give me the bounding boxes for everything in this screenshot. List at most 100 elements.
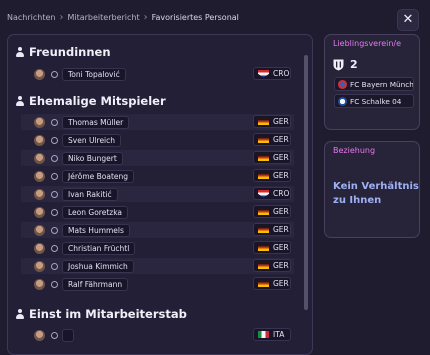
avatar bbox=[34, 329, 45, 341]
flag-germany-icon bbox=[258, 172, 269, 179]
nationality-badge[interactable]: CRO bbox=[253, 67, 291, 80]
role-icon bbox=[51, 136, 58, 144]
flag-germany-icon bbox=[258, 154, 269, 161]
club-item[interactable]: FC Bayern Münche bbox=[334, 77, 414, 91]
role-icon bbox=[51, 118, 58, 126]
table-row[interactable]: Niko Bungert GER bbox=[21, 150, 294, 166]
breadcrumb-item-current: Favorisiertes Personal bbox=[151, 13, 239, 22]
club-item[interactable]: FC Schalke 04 bbox=[334, 94, 414, 108]
relationship-card: Beziehung Kein Verhältnis zu Ihnen bbox=[324, 141, 420, 238]
table-row[interactable]: Thomas Müller GER bbox=[21, 114, 294, 130]
person-name[interactable]: Mats Hummels bbox=[62, 223, 130, 237]
person-name[interactable]: Christian Früchtl bbox=[62, 241, 136, 255]
person-name[interactable]: Sven Ulreich bbox=[62, 133, 122, 147]
avatar bbox=[34, 68, 45, 80]
nationality-badge[interactable]: GER bbox=[253, 151, 291, 164]
person-name[interactable] bbox=[62, 328, 74, 342]
person-name[interactable]: Niko Bungert bbox=[62, 151, 123, 165]
table-row[interactable]: Joshua Kimmich GER bbox=[21, 258, 294, 274]
nationality-badge[interactable]: GER bbox=[253, 115, 291, 128]
role-icon bbox=[51, 154, 58, 162]
table-row[interactable]: Mats Hummels GER bbox=[21, 222, 294, 238]
favorite-club-card: Lieblingsverein/e 2 FC Bayern Münche FC … bbox=[324, 34, 420, 130]
flag-germany-icon bbox=[258, 262, 269, 269]
flag-germany-icon bbox=[258, 280, 269, 287]
breadcrumb-item-staff-report[interactable]: Mitarbeiterbericht bbox=[67, 13, 139, 22]
top-bar: Nachrichten › Mitarbeiterbericht › Favor… bbox=[0, 0, 430, 38]
flag-italy-icon bbox=[258, 331, 269, 338]
table-row[interactable]: ITA bbox=[21, 327, 294, 343]
flag-croatia-icon bbox=[258, 189, 269, 198]
nationality-badge[interactable]: CRO bbox=[253, 187, 291, 200]
avatar bbox=[34, 188, 45, 200]
avatar bbox=[34, 116, 45, 128]
table-row[interactable]: Leon Goretzka GER bbox=[21, 204, 294, 220]
role-icon bbox=[51, 190, 58, 198]
table-row[interactable]: Christian Früchtl GER bbox=[21, 240, 294, 256]
person-name[interactable]: Toni Topalović bbox=[62, 67, 126, 81]
role-icon bbox=[51, 208, 58, 216]
close-button[interactable]: ✕ bbox=[397, 9, 419, 31]
relationship-title: Beziehung bbox=[333, 146, 376, 155]
nationality-badge[interactable]: GER bbox=[253, 205, 291, 218]
role-icon bbox=[51, 280, 58, 288]
section-title-friends: Freundinnen bbox=[16, 45, 111, 59]
role-icon bbox=[51, 226, 58, 234]
nationality-badge[interactable]: ITA bbox=[253, 328, 291, 341]
avatar bbox=[34, 224, 45, 236]
role-icon bbox=[51, 331, 58, 339]
section-title-text: Ehemalige Mitspieler bbox=[29, 94, 166, 108]
person-name[interactable]: Ivan Rakitić bbox=[62, 187, 118, 201]
nationality-badge[interactable]: GER bbox=[253, 277, 291, 290]
flag-germany-icon bbox=[258, 118, 269, 125]
avatar bbox=[34, 242, 45, 254]
breadcrumb: Nachrichten › Mitarbeiterbericht › Favor… bbox=[7, 11, 239, 23]
section-title-text: Einst im Mitarbeiterstab bbox=[29, 307, 187, 321]
flag-germany-icon bbox=[258, 226, 269, 233]
person-name[interactable]: Leon Goretzka bbox=[62, 205, 129, 219]
avatar bbox=[34, 152, 45, 164]
flag-germany-icon bbox=[258, 136, 269, 143]
club-crest-icon bbox=[333, 59, 344, 70]
person-icon bbox=[16, 309, 24, 319]
favorite-club-count: 2 bbox=[333, 58, 358, 71]
role-icon bbox=[51, 262, 58, 270]
favorite-club-title: Lieblingsverein/e bbox=[333, 39, 402, 48]
section-title-text: Freundinnen bbox=[29, 45, 111, 59]
table-row[interactable]: Toni Topalović CRO bbox=[21, 66, 294, 82]
avatar bbox=[34, 134, 45, 146]
favorite-personnel-panel[interactable]: Freundinnen Toni Topalović CRO Ehemalige… bbox=[7, 34, 313, 355]
close-icon: ✕ bbox=[402, 12, 414, 27]
club-logo-icon bbox=[338, 96, 347, 106]
avatar bbox=[34, 260, 45, 272]
club-logo-icon bbox=[338, 79, 347, 89]
avatar bbox=[34, 170, 45, 182]
section-title-former-teammates: Ehemalige Mitspieler bbox=[16, 94, 166, 108]
nationality-badge[interactable]: GER bbox=[253, 169, 291, 182]
relationship-status: Kein Verhältnis zu Ihnen bbox=[333, 181, 419, 206]
role-icon bbox=[51, 244, 58, 252]
avatar bbox=[34, 206, 45, 218]
role-icon bbox=[51, 172, 58, 180]
flag-germany-icon bbox=[258, 244, 269, 251]
person-name[interactable]: Thomas Müller bbox=[62, 115, 130, 129]
table-row[interactable]: Ralf Fährmann GER bbox=[21, 276, 294, 292]
table-row[interactable]: Sven Ulreich GER bbox=[21, 132, 294, 148]
person-name[interactable]: Joshua Kimmich bbox=[62, 259, 134, 273]
flag-germany-icon bbox=[258, 208, 269, 215]
table-row[interactable]: Jérôme Boateng GER bbox=[21, 168, 294, 184]
chevron-right-icon: › bbox=[59, 11, 64, 23]
nationality-badge[interactable]: GER bbox=[253, 241, 291, 254]
avatar bbox=[34, 278, 45, 290]
person-icon bbox=[16, 47, 24, 57]
role-icon bbox=[51, 70, 58, 78]
nationality-badge[interactable]: GER bbox=[253, 133, 291, 146]
person-name[interactable]: Ralf Fährmann bbox=[62, 277, 129, 291]
person-name[interactable]: Jérôme Boateng bbox=[62, 169, 135, 183]
table-row[interactable]: Ivan Rakitić CRO bbox=[21, 186, 294, 202]
scrollbar[interactable] bbox=[304, 55, 308, 310]
breadcrumb-item-news[interactable]: Nachrichten bbox=[7, 13, 55, 22]
section-title-staff: Einst im Mitarbeiterstab bbox=[16, 307, 187, 321]
nationality-badge[interactable]: GER bbox=[253, 259, 291, 272]
nationality-badge[interactable]: GER bbox=[253, 223, 291, 236]
